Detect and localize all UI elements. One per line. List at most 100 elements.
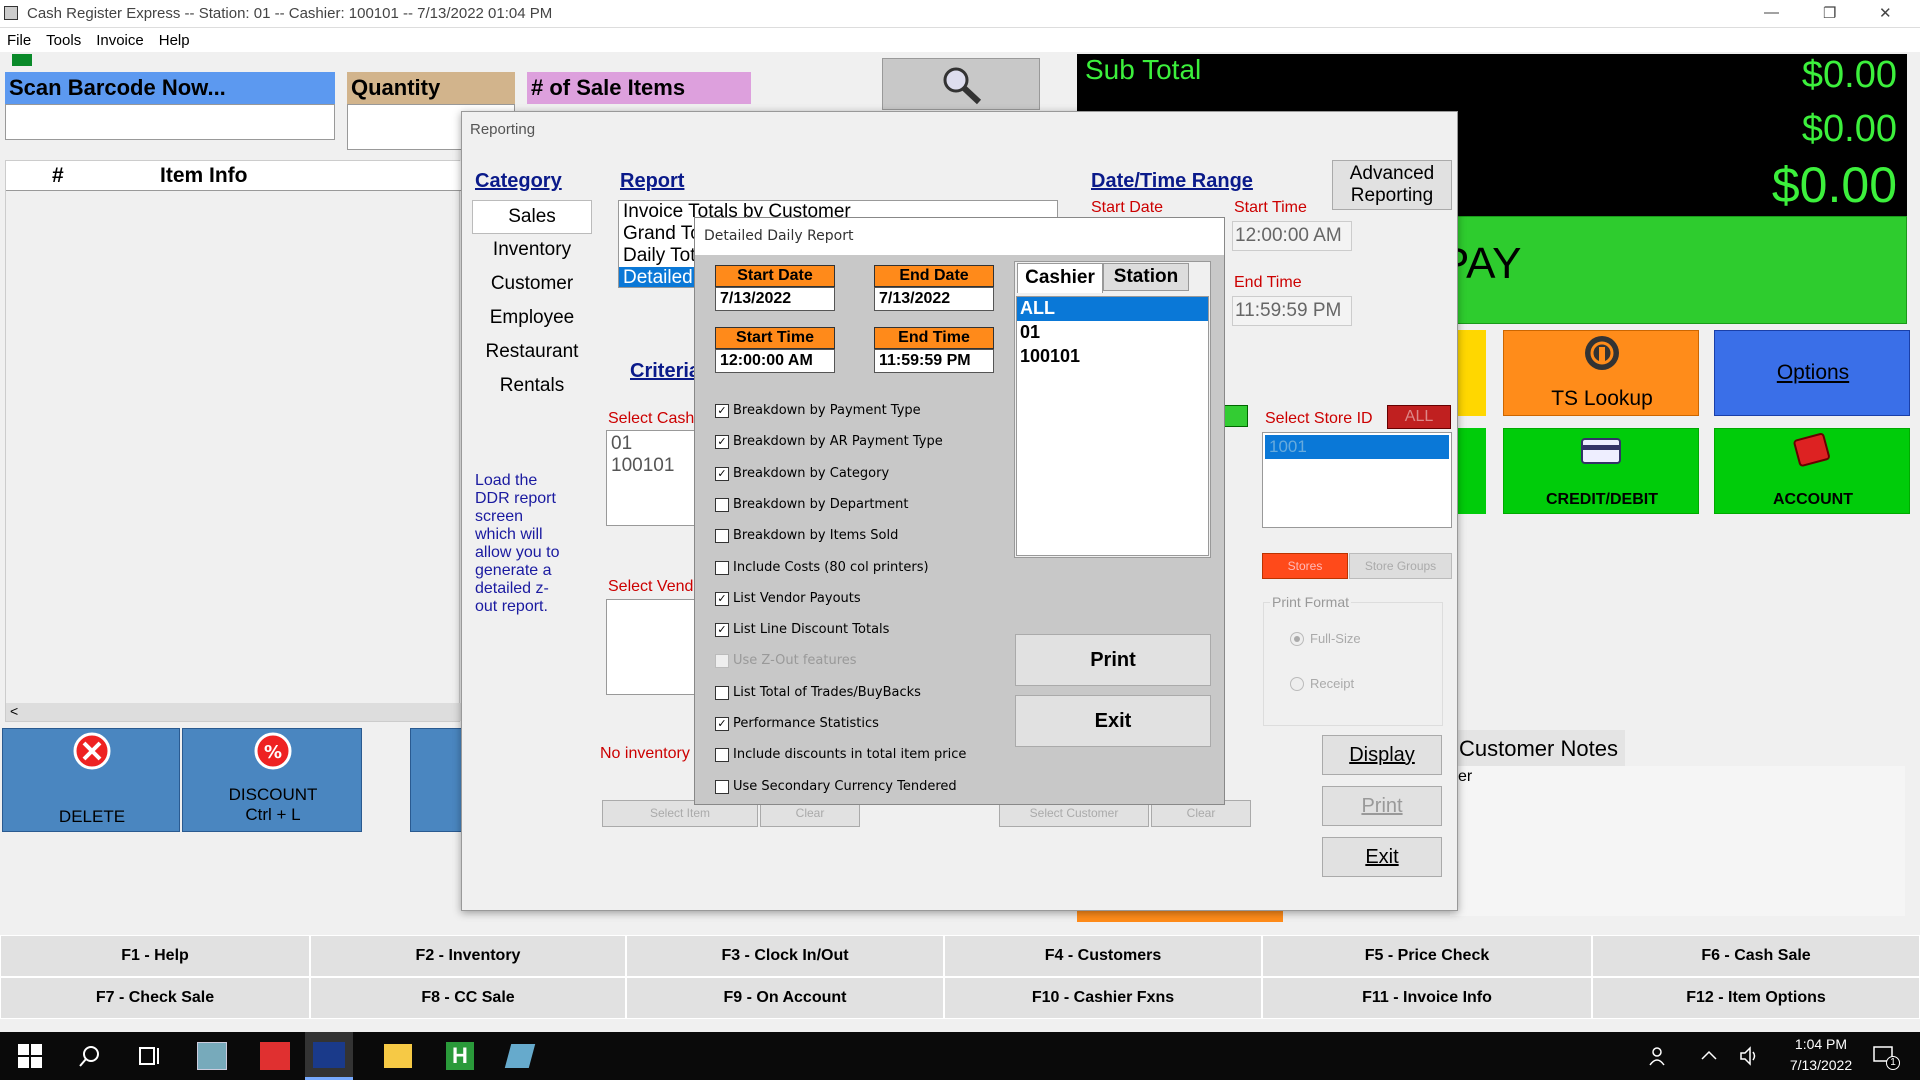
ddr-option-row[interactable]: ✓ Performance Statistics [715, 716, 879, 731]
taskbar-file-explorer-icon[interactable] [384, 1044, 412, 1068]
start-date-input[interactable]: 7/13/2022 [715, 287, 835, 311]
options-button[interactable]: Options [1714, 330, 1910, 416]
horizontal-scrollbar[interactable]: < [6, 703, 461, 721]
tab-station[interactable]: Station [1103, 263, 1189, 291]
end-time-input[interactable]: 11:59:59 PM [1232, 296, 1352, 326]
ddr-option-row[interactable]: ✓ Breakdown by Category [715, 466, 889, 481]
vendor-list[interactable] [606, 599, 706, 695]
ddr-option-row[interactable]: ✓ List Vendor Payouts [715, 591, 861, 606]
ddr-option-row[interactable]: Use Z-Out features [715, 653, 857, 668]
f11-invoice-info-button[interactable]: F11 - Invoice Info [1262, 977, 1592, 1019]
checkbox-checked-icon[interactable]: ✓ [715, 591, 729, 606]
f10-cashier-fxns-button[interactable]: F10 - Cashier Fxns [944, 977, 1262, 1019]
f1-help-button[interactable]: F1 - Help [0, 935, 310, 977]
taskbar-app-h-icon[interactable]: H [446, 1042, 474, 1070]
checkbox-unchecked-icon[interactable] [715, 528, 729, 543]
receipt-radio[interactable] [1290, 677, 1304, 691]
start-time-input[interactable]: 12:00:00 AM [1232, 221, 1352, 251]
advanced-reporting-button[interactable]: Advanced Reporting [1332, 160, 1452, 210]
ts-lookup-button[interactable]: TS Lookup [1503, 330, 1699, 416]
checkbox-unchecked-icon[interactable] [715, 685, 729, 700]
checkbox-unchecked-icon[interactable] [715, 779, 729, 794]
task-view-icon[interactable] [137, 1044, 161, 1068]
ddr-option-row[interactable]: Breakdown by Items Sold [715, 528, 898, 543]
ddr-option-row[interactable]: Include Costs (80 col printers) [715, 560, 929, 575]
cashier-item[interactable]: 01 [611, 433, 701, 455]
f8-cc-sale-button[interactable]: F8 - CC Sale [310, 977, 626, 1019]
checkbox-checked-icon[interactable]: ✓ [715, 434, 729, 449]
f9-on-account-button[interactable]: F9 - On Account [626, 977, 944, 1019]
taskbar-app-cre-icon[interactable] [305, 1032, 353, 1080]
ddr-option-row[interactable]: ✓ Breakdown by Payment Type [715, 403, 921, 418]
f2-inventory-button[interactable]: F2 - Inventory [310, 935, 626, 977]
tab-cashier[interactable]: Cashier [1017, 263, 1103, 293]
checkbox-checked-icon[interactable]: ✓ [715, 466, 729, 481]
account-button[interactable]: ACCOUNT [1714, 428, 1910, 514]
display-button[interactable]: Display [1322, 735, 1442, 775]
partial-blue-button[interactable] [410, 728, 465, 832]
menu-help[interactable]: Help [152, 28, 198, 49]
ddr-option-row[interactable]: ✓ List Line Discount Totals [715, 622, 889, 637]
store-all-badge[interactable]: ALL [1387, 405, 1451, 429]
f3-clock-button[interactable]: F3 - Clock In/Out [626, 935, 944, 977]
taskbar-app-blue-icon[interactable] [504, 1044, 536, 1068]
checkbox-unchecked-icon[interactable] [715, 560, 729, 575]
checkbox-checked-icon[interactable]: ✓ [715, 403, 729, 418]
ddr-option-row[interactable]: Use Secondary Currency Tendered [715, 779, 957, 794]
checkbox-unchecked-icon[interactable] [715, 747, 729, 762]
ddr-option-row[interactable]: ✓ Breakdown by AR Payment Type [715, 434, 943, 449]
ddr-print-button[interactable]: Print [1015, 634, 1211, 686]
full-size-radio[interactable] [1290, 632, 1304, 646]
menu-invoice[interactable]: Invoice [89, 28, 152, 49]
cashier-item[interactable]: 100101 [611, 455, 701, 477]
report-exit-button[interactable]: Exit [1322, 837, 1442, 877]
ddr-option-row[interactable]: List Total of Trades/BuyBacks [715, 685, 921, 700]
end-date-input[interactable]: 7/13/2022 [874, 287, 994, 311]
customer-notes-area[interactable] [1450, 766, 1905, 916]
volume-icon[interactable] [1739, 1045, 1761, 1067]
ddr-option-row[interactable]: Breakdown by Department [715, 497, 908, 512]
cashier-option[interactable]: 01 [1017, 321, 1208, 345]
cashier-all-badge[interactable] [1222, 405, 1248, 427]
report-print-button[interactable]: Print [1322, 786, 1442, 826]
delete-button[interactable]: DELETE [2, 728, 180, 832]
menu-file[interactable]: File [0, 28, 39, 49]
search-button[interactable] [882, 58, 1040, 110]
store-groups-tab[interactable]: Store Groups [1349, 553, 1452, 579]
category-sales[interactable]: Sales [472, 200, 592, 234]
scroll-left-arrow[interactable]: < [10, 703, 18, 719]
cashier-list[interactable]: 01 100101 [606, 430, 706, 526]
windows-start-icon[interactable] [18, 1044, 42, 1068]
checkbox-checked-icon[interactable]: ✓ [715, 716, 729, 731]
category-rentals[interactable]: Rentals [472, 370, 592, 404]
checkbox-checked-icon[interactable]: ✓ [715, 622, 729, 637]
credit-debit-button[interactable]: CREDIT/DEBIT [1503, 428, 1699, 514]
start-time-input[interactable]: 12:00:00 AM [715, 349, 835, 373]
f12-item-options-button[interactable]: F12 - Item Options [1592, 977, 1920, 1019]
discount-button[interactable]: % DISCOUNT Ctrl + L [182, 728, 362, 832]
chevron-up-icon[interactable] [1700, 1047, 1718, 1065]
menu-tools[interactable]: Tools [39, 28, 89, 49]
cashier-option[interactable]: 100101 [1017, 345, 1208, 369]
taskbar-app-red-icon[interactable] [260, 1042, 290, 1070]
taskbar-app-register-icon[interactable] [197, 1042, 227, 1070]
ddr-exit-button[interactable]: Exit [1015, 695, 1211, 747]
cashier-option-all[interactable]: ALL [1017, 297, 1208, 321]
ddr-option-row[interactable]: Include discounts in total item price [715, 747, 966, 762]
f4-customers-button[interactable]: F4 - Customers [944, 935, 1262, 977]
cashier-listbox[interactable]: ALL 01 100101 [1016, 296, 1209, 556]
maximize-button[interactable]: ❐ [1823, 4, 1836, 22]
search-icon[interactable] [78, 1044, 102, 1068]
category-restaurant[interactable]: Restaurant [472, 336, 592, 370]
end-time-input[interactable]: 11:59:59 PM [874, 349, 994, 373]
f6-cash-sale-button[interactable]: F6 - Cash Sale [1592, 935, 1920, 977]
f5-price-check-button[interactable]: F5 - Price Check [1262, 935, 1592, 977]
category-customer[interactable]: Customer [472, 268, 592, 302]
checkbox-unchecked-icon[interactable] [715, 653, 729, 668]
category-employee[interactable]: Employee [472, 302, 592, 336]
people-icon[interactable] [1648, 1045, 1670, 1067]
checkbox-unchecked-icon[interactable] [715, 497, 729, 512]
f7-check-sale-button[interactable]: F7 - Check Sale [0, 977, 310, 1019]
minimize-button[interactable]: — [1764, 4, 1779, 21]
store-item[interactable]: 1001 [1265, 435, 1449, 459]
